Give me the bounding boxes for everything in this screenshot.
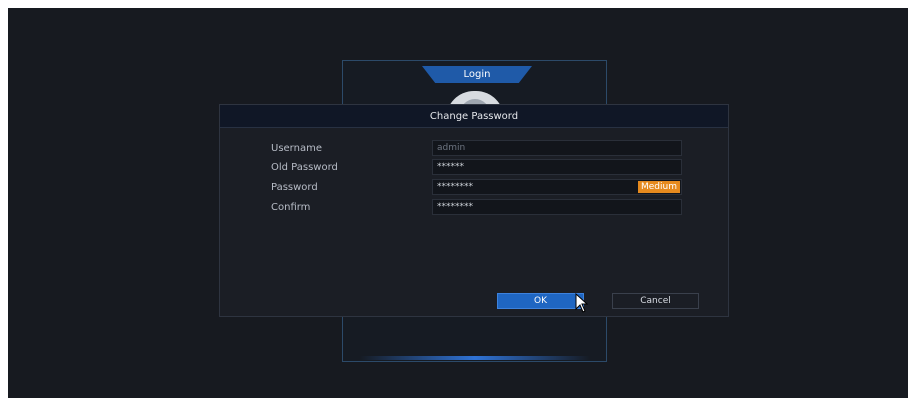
password-strength-badge: Medium <box>638 181 680 193</box>
password-value: ******** <box>437 182 473 192</box>
username-label: Username <box>271 143 322 154</box>
old-password-value: ****** <box>437 162 464 172</box>
confirm-value: ******** <box>437 202 473 212</box>
password-label: Password <box>271 182 318 193</box>
old-password-label: Old Password <box>271 162 338 173</box>
username-field: admin <box>432 140 682 156</box>
login-tab: Login <box>422 66 532 83</box>
confirm-password-field[interactable]: ******** <box>432 199 682 215</box>
dialog-header: Change Password <box>220 105 728 128</box>
ok-button[interactable]: OK <box>497 293 584 309</box>
cancel-button[interactable]: Cancel <box>612 293 699 309</box>
login-panel-glow <box>360 356 590 360</box>
username-value: admin <box>437 143 466 153</box>
mouse-cursor-icon <box>575 293 589 313</box>
dialog-title: Change Password <box>429 110 519 122</box>
confirm-label: Confirm <box>271 202 311 213</box>
old-password-field[interactable]: ****** <box>432 159 682 175</box>
password-field[interactable]: ******** Medium <box>432 179 682 195</box>
change-password-dialog: Change Password Username admin Old Passw… <box>219 104 729 317</box>
login-tab-label: Login <box>463 69 491 80</box>
